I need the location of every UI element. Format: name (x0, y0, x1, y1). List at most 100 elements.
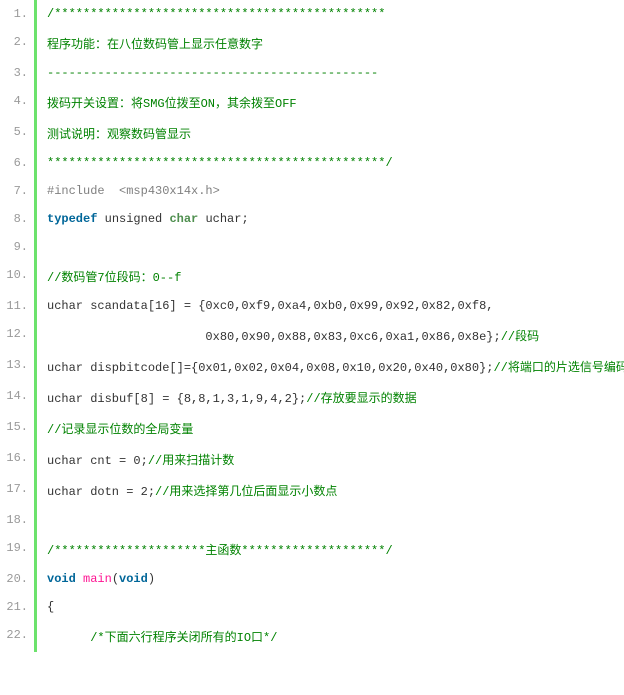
token: uchar scandata[16] = {0xc0,0xf9,0xa4,0xb… (47, 299, 493, 313)
code-content[interactable]: /*********************主函数***************… (47, 534, 624, 565)
code-line: 19. /*********************主函数************… (0, 534, 624, 565)
code-content[interactable]: 拨码开关设置：将SMG位拨至ON，其余拨至OFF (47, 87, 624, 118)
code-content[interactable]: //记录显示位数的全局变量 (47, 413, 624, 444)
line-number: 6. (0, 149, 34, 177)
code-line: 17. uchar dotn = 2;//用来选择第几位后面显示小数点 (0, 475, 624, 506)
line-number: 9. (0, 233, 34, 261)
code-line: 1. /*************************************… (0, 0, 624, 28)
code-line: 8. typedef unsigned char uchar; (0, 205, 624, 233)
line-number: 13. (0, 351, 34, 382)
line-number: 5. (0, 118, 34, 149)
change-bar (34, 118, 37, 149)
code-line: 20. void main(void) (0, 565, 624, 593)
change-bar (34, 0, 37, 28)
token: uchar dotn = 2; (47, 485, 155, 499)
token: //将端口的片选信号编码 (493, 361, 624, 375)
token: #include <msp430x14x.h> (47, 184, 220, 198)
code-content[interactable]: { (47, 593, 624, 621)
code-content[interactable]: /*下面六行程序关闭所有的IO口*/ (47, 621, 624, 652)
token: unsigned (97, 212, 169, 226)
line-number: 2. (0, 28, 34, 59)
code-content[interactable]: 程序功能：在八位数码管上显示任意数字 (47, 28, 624, 59)
line-number: 12. (0, 320, 34, 351)
code-content[interactable]: //数码管7位段码：0--f (47, 261, 624, 292)
token: 0x80,0x90,0x88,0x83,0xc6,0xa1,0x86,0x8e}… (47, 330, 501, 344)
code-line: 14.uchar disbuf[8] = {8,8,1,3,1,9,4,2};/… (0, 382, 624, 413)
code-content[interactable]: ----------------------------------------… (47, 59, 624, 87)
code-content[interactable]: #include <msp430x14x.h> (47, 177, 624, 205)
token: //记录显示位数的全局变量 (47, 423, 193, 437)
line-number: 16. (0, 444, 34, 475)
code-line: 13. uchar dispbitcode[]={0x01,0x02,0x04,0… (0, 351, 624, 382)
code-content[interactable] (47, 506, 624, 534)
change-bar (34, 87, 37, 118)
line-number: 7. (0, 177, 34, 205)
code-content[interactable]: uchar scandata[16] = {0xc0,0xf9,0xa4,0xb… (47, 292, 624, 320)
code-content[interactable]: /***************************************… (47, 0, 624, 28)
code-content[interactable]: uchar dispbitcode[]={0x01,0x02,0x04,0x08… (47, 351, 624, 382)
change-bar (34, 534, 37, 565)
token: ( (112, 572, 119, 586)
change-bar (34, 621, 37, 652)
line-number: 21. (0, 593, 34, 621)
change-bar (34, 261, 37, 292)
token (47, 631, 90, 645)
code-content[interactable]: uchar disbuf[8] = {8,8,1,3,1,9,4,2};//存放… (47, 382, 624, 413)
token (76, 572, 83, 586)
code-line: 12. 0x80,0x90,0x88,0x83,0xc6,0xa1,0x86,0… (0, 320, 624, 351)
token: ----------------------------------------… (47, 66, 378, 80)
code-content[interactable]: void main(void) (47, 565, 624, 593)
change-bar (34, 320, 37, 351)
change-bar (34, 593, 37, 621)
code-line: 6. **************************************… (0, 149, 624, 177)
code-content[interactable]: uchar dotn = 2;//用来选择第几位后面显示小数点 (47, 475, 624, 506)
token: uchar dispbitcode[]={0x01,0x02,0x04,0x08… (47, 361, 493, 375)
line-number: 18. (0, 506, 34, 534)
token: uchar disbuf[8] = {8,8,1,3,1,9,4,2}; (47, 392, 306, 406)
change-bar (34, 382, 37, 413)
code-line: 10.//数码管7位段码：0--f (0, 261, 624, 292)
token: void (119, 572, 148, 586)
code-content[interactable]: ****************************************… (47, 149, 624, 177)
token (47, 240, 54, 254)
change-bar (34, 506, 37, 534)
token: //存放要显示的数据 (306, 392, 416, 406)
line-number: 3. (0, 59, 34, 87)
code-line: 7. #include <msp430x14x.h> (0, 177, 624, 205)
change-bar (34, 59, 37, 87)
token: /*********************主函数***************… (47, 544, 393, 558)
change-bar (34, 565, 37, 593)
code-content[interactable]: uchar cnt = 0;//用来扫描计数 (47, 444, 624, 475)
line-number: 8. (0, 205, 34, 233)
code-line: 9. (0, 233, 624, 261)
line-number: 1. (0, 0, 34, 28)
line-number: 20. (0, 565, 34, 593)
code-content[interactable]: 测试说明：观察数码管显示 (47, 118, 624, 149)
change-bar (34, 205, 37, 233)
token: //用来选择第几位后面显示小数点 (155, 485, 337, 499)
change-bar (34, 28, 37, 59)
token: uchar cnt = 0; (47, 454, 148, 468)
line-number: 4. (0, 87, 34, 118)
change-bar (34, 413, 37, 444)
token: //数码管7位段码：0--f (47, 271, 181, 285)
token: /***************************************… (47, 7, 385, 21)
code-line: 2. 程序功能：在八位数码管上显示任意数字 (0, 28, 624, 59)
token (47, 513, 54, 527)
line-number: 11. (0, 292, 34, 320)
token: char (169, 212, 198, 226)
token: uchar; (198, 212, 248, 226)
code-line: 3. --------------------------------------… (0, 59, 624, 87)
change-bar (34, 177, 37, 205)
change-bar (34, 475, 37, 506)
line-number: 17. (0, 475, 34, 506)
code-content[interactable] (47, 233, 624, 261)
change-bar (34, 233, 37, 261)
token: /*下面六行程序关闭所有的IO口*/ (90, 631, 277, 645)
line-number: 19. (0, 534, 34, 565)
token: //段码 (501, 330, 539, 344)
code-line: 21. { (0, 593, 624, 621)
token: 拨码开关设置：将SMG位拨至ON，其余拨至OFF (47, 97, 297, 111)
code-content[interactable]: typedef unsigned char uchar; (47, 205, 624, 233)
code-content[interactable]: 0x80,0x90,0x88,0x83,0xc6,0xa1,0x86,0x8e}… (47, 320, 624, 351)
